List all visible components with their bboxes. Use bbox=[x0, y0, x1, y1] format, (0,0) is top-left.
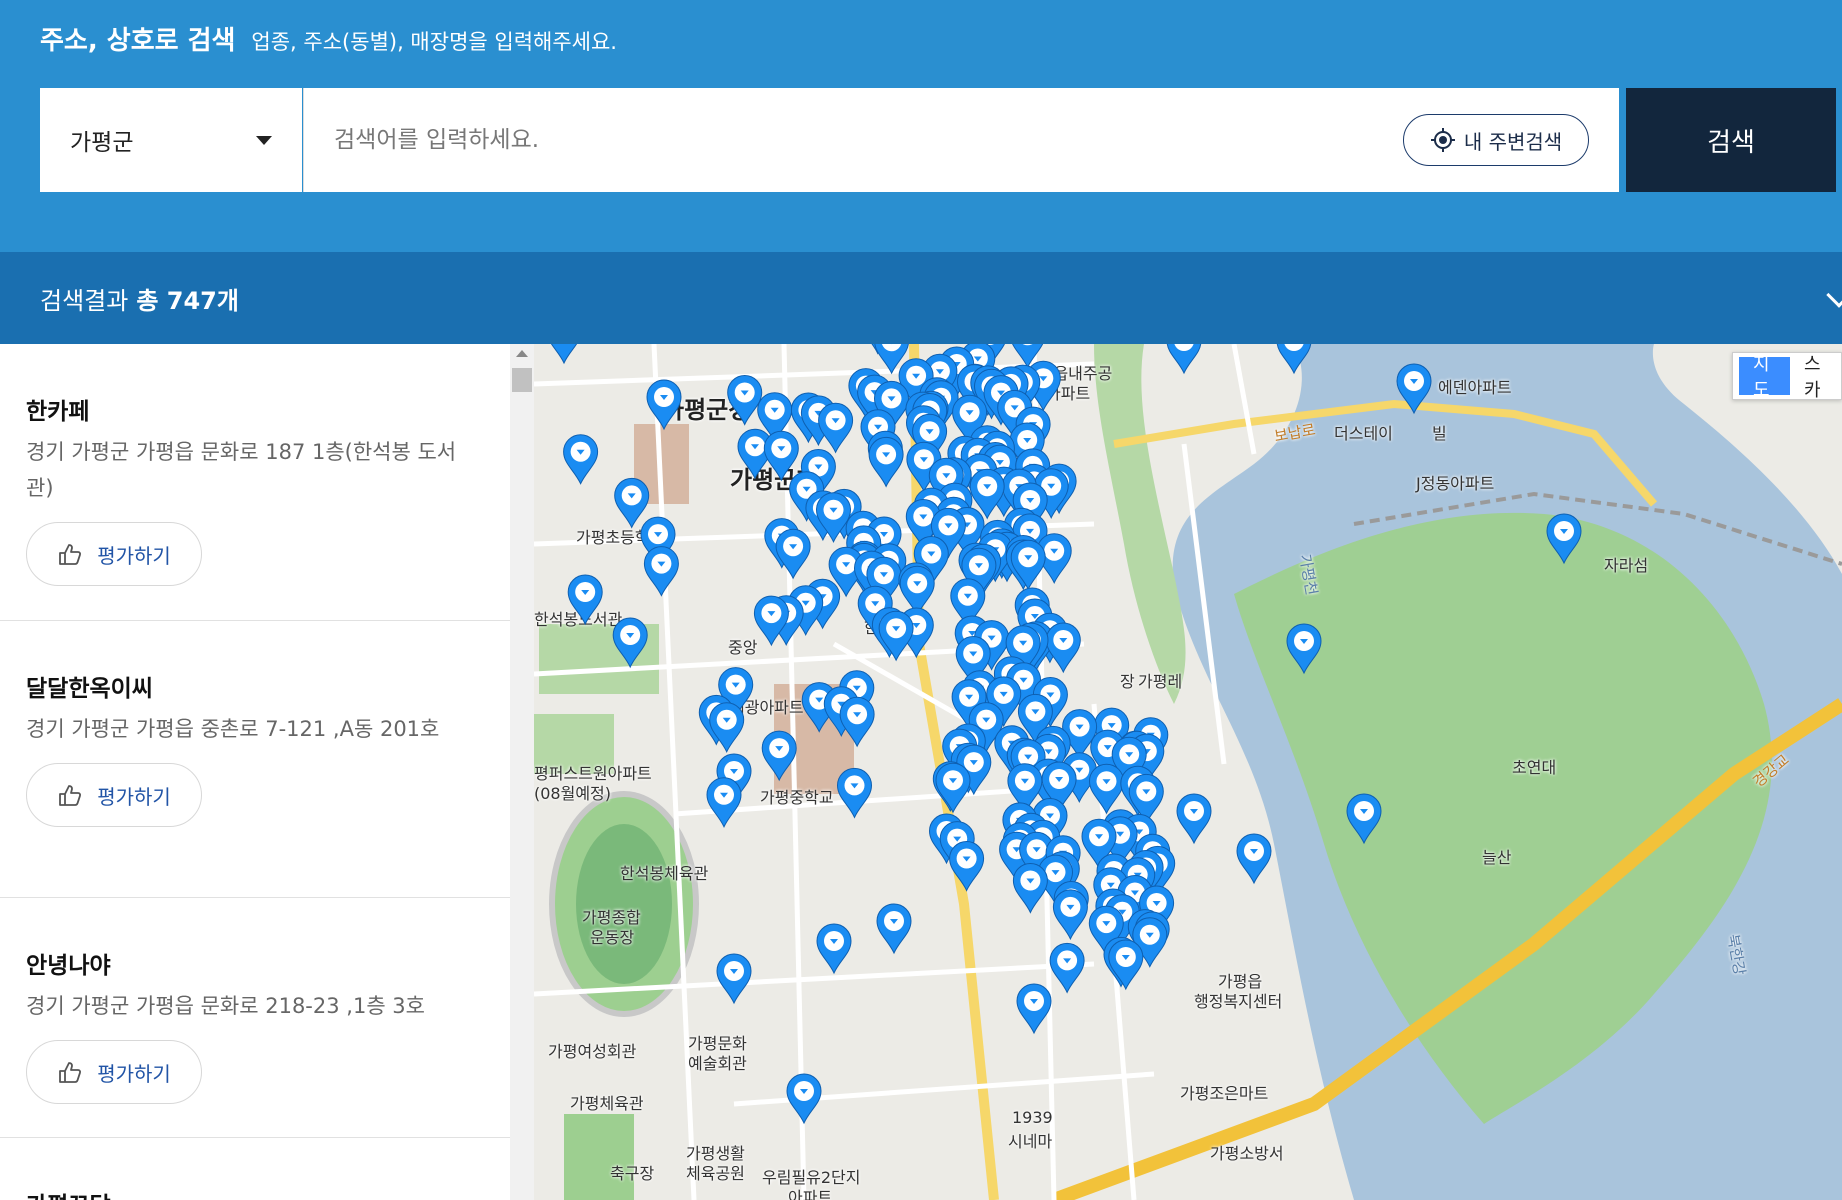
result-count: 총 747개 bbox=[136, 286, 239, 315]
store-pin-icon[interactable] bbox=[761, 730, 797, 782]
store-pin-icon[interactable] bbox=[1286, 623, 1322, 675]
scrollbar-thumb[interactable] bbox=[512, 368, 532, 392]
result-summary-bar[interactable]: 검색결과 총 747개 bbox=[0, 252, 1842, 344]
store-pin-icon[interactable] bbox=[1396, 363, 1432, 415]
search-heading: 주소, 상호로 검색 업종, 주소(동별), 매장명을 입력해주세요. bbox=[40, 20, 617, 57]
store-pin-icon[interactable] bbox=[709, 702, 745, 753]
store-address: 경기 가평군 가평읍 문화로 218-23 ,1층 3호 bbox=[26, 994, 425, 1018]
store-pin-icon[interactable] bbox=[716, 953, 752, 1005]
store-pin-icon[interactable] bbox=[836, 767, 873, 819]
thumbs-up-icon bbox=[59, 1062, 82, 1083]
search-button[interactable]: 검색 bbox=[1626, 88, 1836, 192]
rate-label: 평가하기 bbox=[97, 543, 171, 568]
rate-label: 평가하기 bbox=[97, 784, 171, 809]
nearby-search-button[interactable]: 내 주변검색 bbox=[1403, 114, 1589, 166]
list-item[interactable]: 안녕나야 경기 가평군 가평읍 문화로 218-23 ,1층 3호 평가하기 bbox=[0, 898, 510, 1138]
store-pins-layer bbox=[547, 344, 1582, 1125]
search-input[interactable] bbox=[334, 88, 1384, 192]
store-name[interactable]: 달달한옥이씨 bbox=[26, 669, 484, 703]
store-pin-icon[interactable] bbox=[818, 402, 854, 454]
store-name[interactable]: 안녕나야 bbox=[26, 946, 484, 980]
store-pin-icon[interactable] bbox=[816, 923, 852, 975]
store-pin-icon[interactable] bbox=[727, 375, 763, 426]
store-name[interactable]: 가평꼬닭 bbox=[26, 1186, 484, 1200]
store-pin-icon[interactable] bbox=[839, 696, 875, 748]
store-pin-icon[interactable] bbox=[1236, 833, 1272, 885]
caret-down-icon bbox=[256, 136, 272, 145]
region-select[interactable]: 가평군 bbox=[40, 88, 302, 192]
search-input-box: 내 주변검색 bbox=[303, 88, 1619, 192]
location-target-icon bbox=[1430, 128, 1455, 152]
store-pin-icon[interactable] bbox=[878, 610, 914, 662]
store-pin-icon[interactable] bbox=[1276, 344, 1312, 375]
store-pin-icon[interactable] bbox=[643, 546, 679, 597]
chevron-down-icon[interactable] bbox=[1826, 282, 1842, 308]
store-pin-icon[interactable] bbox=[949, 841, 985, 892]
store-pin-icon[interactable] bbox=[567, 574, 603, 626]
store-pin-icon[interactable] bbox=[1045, 622, 1081, 674]
store-pin-icon[interactable] bbox=[1010, 539, 1046, 591]
store-pin-icon[interactable] bbox=[1176, 793, 1212, 845]
result-prefix: 검색결과 bbox=[40, 286, 129, 315]
store-pin-icon[interactable] bbox=[1346, 793, 1382, 845]
thumbs-up-icon bbox=[59, 785, 82, 806]
search-hint: 업종, 주소(동별), 매장명을 입력해주세요. bbox=[251, 30, 617, 54]
rate-label: 평가하기 bbox=[97, 1061, 171, 1086]
store-pin-icon[interactable] bbox=[706, 777, 742, 828]
store-pin-icon[interactable] bbox=[614, 477, 650, 529]
result-list: 한카페 경기 가평군 가평읍 문화로 187 1층(한석봉 도서관) 평가하기 … bbox=[0, 344, 510, 1200]
store-pin-icon[interactable] bbox=[876, 903, 912, 955]
rate-button[interactable]: 평가하기 bbox=[26, 522, 202, 586]
rate-button[interactable]: 평가하기 bbox=[26, 1040, 202, 1104]
store-name[interactable]: 한카페 bbox=[26, 392, 484, 426]
store-pin-icon[interactable] bbox=[1166, 344, 1202, 375]
list-item[interactable]: 달달한옥이씨 경기 가평군 가평읍 중촌로 7-121 ,A동 201호 평가하… bbox=[0, 621, 510, 898]
region-select-value: 가평군 bbox=[70, 130, 134, 156]
thumbs-up-icon bbox=[59, 544, 82, 565]
store-pin-icon[interactable] bbox=[547, 344, 581, 365]
search-title: 주소, 상호로 검색 bbox=[40, 26, 236, 56]
store-pin-icon[interactable] bbox=[775, 528, 811, 580]
map-view[interactable]: 지도 스카 가평군청 가평군청 가평읍내주공 아파트 에덴아파트 더스테이 빌 … bbox=[534, 344, 1842, 1200]
store-pin-icon[interactable] bbox=[646, 379, 682, 431]
store-pin-icon[interactable] bbox=[563, 434, 599, 485]
store-address: 경기 가평군 가평읍 문화로 187 1층(한석봉 도서관) bbox=[26, 440, 457, 500]
list-item[interactable]: 한카페 경기 가평군 가평읍 문화로 187 1층(한석봉 도서관) 평가하기 bbox=[0, 344, 510, 621]
store-pin-icon[interactable] bbox=[786, 1073, 822, 1125]
search-area: 주소, 상호로 검색 업종, 주소(동별), 매장명을 입력해주세요. 가평군 … bbox=[0, 0, 1842, 252]
store-pin-icon[interactable] bbox=[612, 617, 648, 669]
rate-button[interactable]: 평가하기 bbox=[26, 763, 202, 827]
store-pin-icon[interactable] bbox=[1108, 939, 1144, 991]
store-pin-icon[interactable] bbox=[1052, 889, 1088, 941]
store-address: 경기 가평군 가평읍 중촌로 7-121 ,A동 201호 bbox=[26, 717, 440, 741]
nearby-search-label: 내 주변검색 bbox=[1463, 129, 1563, 154]
store-pin-icon[interactable] bbox=[1016, 983, 1052, 1035]
store-pin-icon[interactable] bbox=[935, 762, 971, 814]
store-pin-icon[interactable] bbox=[763, 430, 799, 482]
list-item[interactable]: 가평꼬닭 bbox=[0, 1138, 510, 1200]
list-scrollbar[interactable] bbox=[510, 344, 534, 1200]
scroll-up-icon[interactable] bbox=[516, 350, 528, 357]
store-pin-icon[interactable] bbox=[1012, 863, 1048, 914]
store-pin-icon[interactable] bbox=[868, 436, 904, 488]
store-pin-icon[interactable] bbox=[1546, 513, 1582, 565]
store-pin-icon[interactable] bbox=[1049, 942, 1085, 994]
store-pin-icon[interactable] bbox=[1088, 763, 1125, 815]
